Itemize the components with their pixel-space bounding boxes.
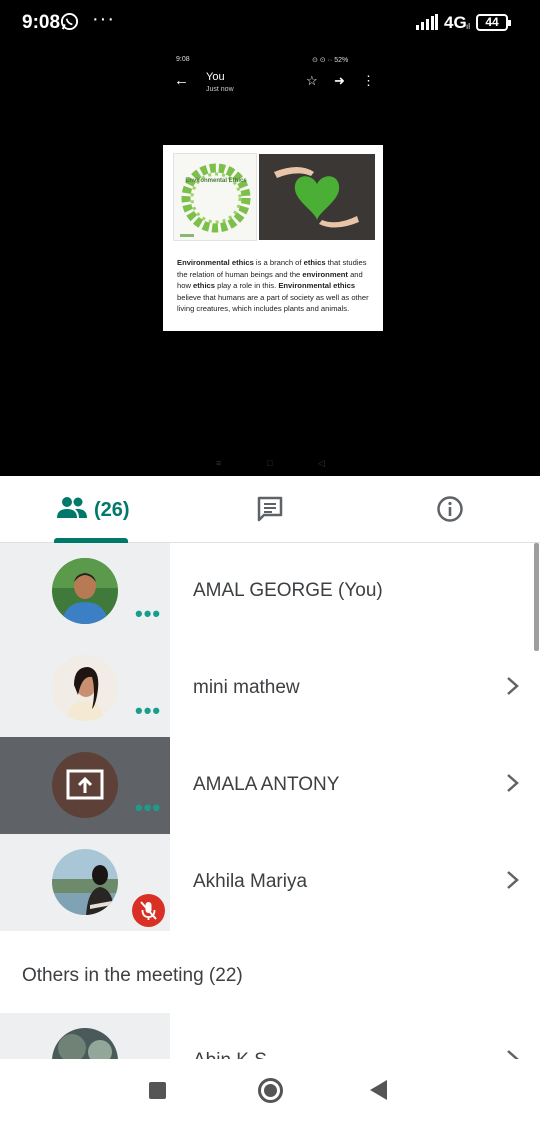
participant-row[interactable]: Akhila Mariya	[0, 834, 540, 931]
participant-avatar-cell: •••	[0, 737, 170, 834]
present-screen-icon	[66, 769, 104, 800]
others-section-header: Others in the meeting (22)	[22, 965, 243, 986]
environmental-ethics-wreath-image: Environmental Ethics	[173, 153, 257, 241]
tab-chat[interactable]	[222, 476, 318, 543]
people-count: (26)	[94, 499, 130, 521]
shared-app-bar: ← You Just now ☆ ➜ ⋮	[0, 68, 540, 98]
document-text-run: play a role in this.	[215, 281, 279, 291]
people-icon	[57, 497, 87, 518]
avatar	[52, 558, 118, 624]
shared-nav-bar: ≡ □ ◁	[0, 454, 540, 474]
chat-icon	[257, 496, 283, 522]
hands-heart-image	[259, 154, 375, 240]
shared-status-bar: 9:08 ⊙ ⊙ ·· 52%	[0, 54, 540, 68]
shared-title: You	[206, 71, 225, 83]
network-sub: ıl	[466, 22, 470, 31]
tab-info[interactable]	[402, 476, 498, 543]
participant-avatar-cell	[0, 1013, 170, 1059]
leaf-wreath-icon	[180, 163, 251, 237]
participant-row[interactable]: ••• mini mathew	[0, 640, 540, 737]
network-type: 4G	[444, 13, 467, 32]
info-icon	[437, 496, 463, 522]
document-text-run: is a branch of	[253, 258, 304, 267]
chevron-right-icon[interactable]	[504, 1047, 522, 1059]
mic-off-badge	[132, 894, 165, 927]
participant-name: Akhila Mariya	[193, 871, 308, 892]
participant-avatar-cell: •••	[0, 543, 170, 640]
chevron-right-icon[interactable]	[504, 771, 522, 795]
avatar	[52, 1028, 118, 1059]
system-navigation-bar	[0, 1059, 540, 1123]
wreath-title: Environmental Ethics	[185, 178, 247, 184]
participant-name: AMAL GEORGE (You)	[193, 580, 383, 601]
avatar	[52, 849, 118, 915]
whatsapp-icon	[60, 12, 79, 31]
shared-status-icons: ⊙ ⊙ ·· 52%	[312, 57, 349, 64]
shared-more-icon: ⋮	[362, 73, 375, 88]
status-bar: 9:08 ··· 4G ıl 44	[0, 0, 540, 48]
shared-back-arrow-icon: ←	[174, 72, 189, 89]
meeting-tabs: (26)	[0, 476, 540, 543]
document-text-run: ethics	[303, 258, 326, 267]
shared-star-icon: ☆	[306, 73, 318, 88]
green-heart-icon	[274, 167, 359, 228]
status-time: 9:08	[22, 12, 61, 33]
document-text-run: Environmental ethics	[177, 258, 254, 267]
shared-back-icon: ◁	[318, 458, 325, 468]
more-options-icon[interactable]: •••	[135, 797, 161, 819]
more-options-icon[interactable]: •••	[135, 603, 161, 625]
document-text-run: believe that humans are a part of societ…	[177, 292, 369, 314]
document-text-run: environment	[302, 269, 348, 279]
participant-name: mini mathew	[193, 677, 300, 698]
participant-row[interactable]: ••• AMALA ANTONY	[0, 737, 540, 834]
back-button[interactable]	[370, 1080, 387, 1100]
chevron-right-icon[interactable]	[504, 674, 522, 698]
participant-row[interactable]: ••• AMAL GEORGE (You)	[0, 543, 540, 640]
participant-avatar-cell: •••	[0, 640, 170, 737]
signal-icon	[416, 14, 438, 30]
shared-home-icon: □	[267, 458, 273, 468]
participant-name: Abin K S	[193, 1050, 267, 1059]
participant-avatar-cell	[0, 834, 170, 931]
document-text-run: ethics	[193, 281, 215, 291]
mic-off-icon	[140, 901, 157, 920]
avatar	[52, 655, 118, 721]
shared-subtitle: Just now	[206, 86, 234, 93]
shared-forward-icon: ➜	[334, 73, 345, 88]
recent-apps-button[interactable]	[149, 1082, 166, 1099]
shared-screen-video[interactable]: 9:08 ⊙ ⊙ ·· 52% ← You Just now ☆ ➜ ⋮ Env…	[0, 48, 540, 476]
document-paragraph: Environmental ethics is a branch of ethi…	[177, 257, 373, 315]
tab-people[interactable]: (26)	[30, 476, 160, 543]
home-button[interactable]	[258, 1078, 283, 1103]
participant-list[interactable]: ••• AMAL GEORGE (You) ••• mini mathew ••…	[0, 543, 540, 1059]
document-text-run: Environmental ethics	[278, 281, 356, 291]
participant-row[interactable]: Abin K S	[0, 1013, 540, 1059]
shared-document-image: Environmental Ethics Environmental ethic…	[163, 145, 383, 331]
chevron-right-icon[interactable]	[504, 868, 522, 892]
participant-name: AMALA ANTONY	[193, 774, 340, 795]
shared-menu-icon: ≡	[216, 458, 222, 468]
list-scrollbar[interactable]	[534, 543, 539, 651]
more-options-icon[interactable]: •••	[135, 700, 161, 722]
battery-indicator: 44	[476, 14, 511, 31]
presenting-avatar	[52, 752, 118, 818]
notification-more-icon: ···	[92, 8, 115, 30]
shared-status-time: 9:08	[176, 56, 190, 63]
